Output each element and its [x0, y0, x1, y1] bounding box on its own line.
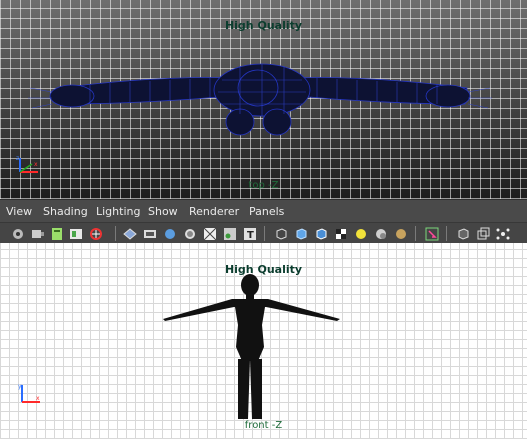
- panel-toolbar: T: [0, 222, 527, 245]
- svg-text:z: z: [16, 156, 19, 162]
- camera-attributes-icon[interactable]: [30, 226, 45, 241]
- panel-menu-bar: View Shading Lighting Show Renderer Pane…: [0, 199, 527, 223]
- menu-shading[interactable]: Shading: [43, 205, 88, 218]
- menu-panels[interactable]: Panels: [249, 205, 284, 218]
- svg-text:y: y: [18, 383, 22, 390]
- resolution-gate-icon[interactable]: [162, 226, 177, 241]
- camera-name-label: front -Z: [244, 420, 283, 431]
- film-gate-icon[interactable]: [142, 226, 157, 241]
- menu-show[interactable]: Show: [148, 205, 178, 218]
- axis-gizmo-icon: x z: [16, 156, 38, 173]
- menu-view[interactable]: View: [6, 205, 32, 218]
- 2d-pan-zoom-icon[interactable]: [88, 226, 103, 241]
- shaded-wireframe-icon[interactable]: [313, 226, 328, 241]
- svg-text:T: T: [247, 230, 254, 241]
- xray-icon[interactable]: [455, 226, 470, 241]
- safe-action-icon[interactable]: [222, 226, 237, 241]
- xray-components-icon[interactable]: [495, 226, 510, 241]
- ambient-occlusion-icon[interactable]: [393, 226, 408, 241]
- smooth-shade-icon[interactable]: [293, 226, 308, 241]
- shadows-icon[interactable]: [373, 226, 388, 241]
- hud-quality-label: High Quality: [224, 19, 303, 32]
- top-viewport[interactable]: High Quality top -Z x z: [0, 0, 527, 199]
- field-chart-icon[interactable]: [202, 226, 217, 241]
- grid-toggle-icon[interactable]: [122, 226, 137, 241]
- xray-joints-icon[interactable]: [475, 226, 490, 241]
- bookmark-icon[interactable]: [49, 226, 64, 241]
- default-light-icon[interactable]: [353, 226, 368, 241]
- hud-quality-label: High Quality: [224, 263, 303, 276]
- textured-icon[interactable]: [333, 226, 348, 241]
- camera-select-icon[interactable]: [10, 226, 25, 241]
- menu-renderer[interactable]: Renderer: [189, 205, 239, 218]
- svg-text:x: x: [36, 395, 40, 402]
- front-viewport[interactable]: High Quality front -Z y x: [0, 243, 527, 439]
- wireframe-icon[interactable]: [273, 226, 288, 241]
- image-plane-icon[interactable]: [68, 226, 83, 241]
- gate-mask-icon[interactable]: [182, 226, 197, 241]
- camera-name-label: top -Z: [248, 180, 279, 191]
- menu-lighting[interactable]: Lighting: [96, 205, 140, 218]
- svg-text:x: x: [34, 161, 38, 168]
- isolate-select-icon[interactable]: [424, 226, 439, 241]
- safe-title-icon[interactable]: T: [242, 226, 257, 241]
- axis-gizmo-icon: y x: [18, 383, 40, 403]
